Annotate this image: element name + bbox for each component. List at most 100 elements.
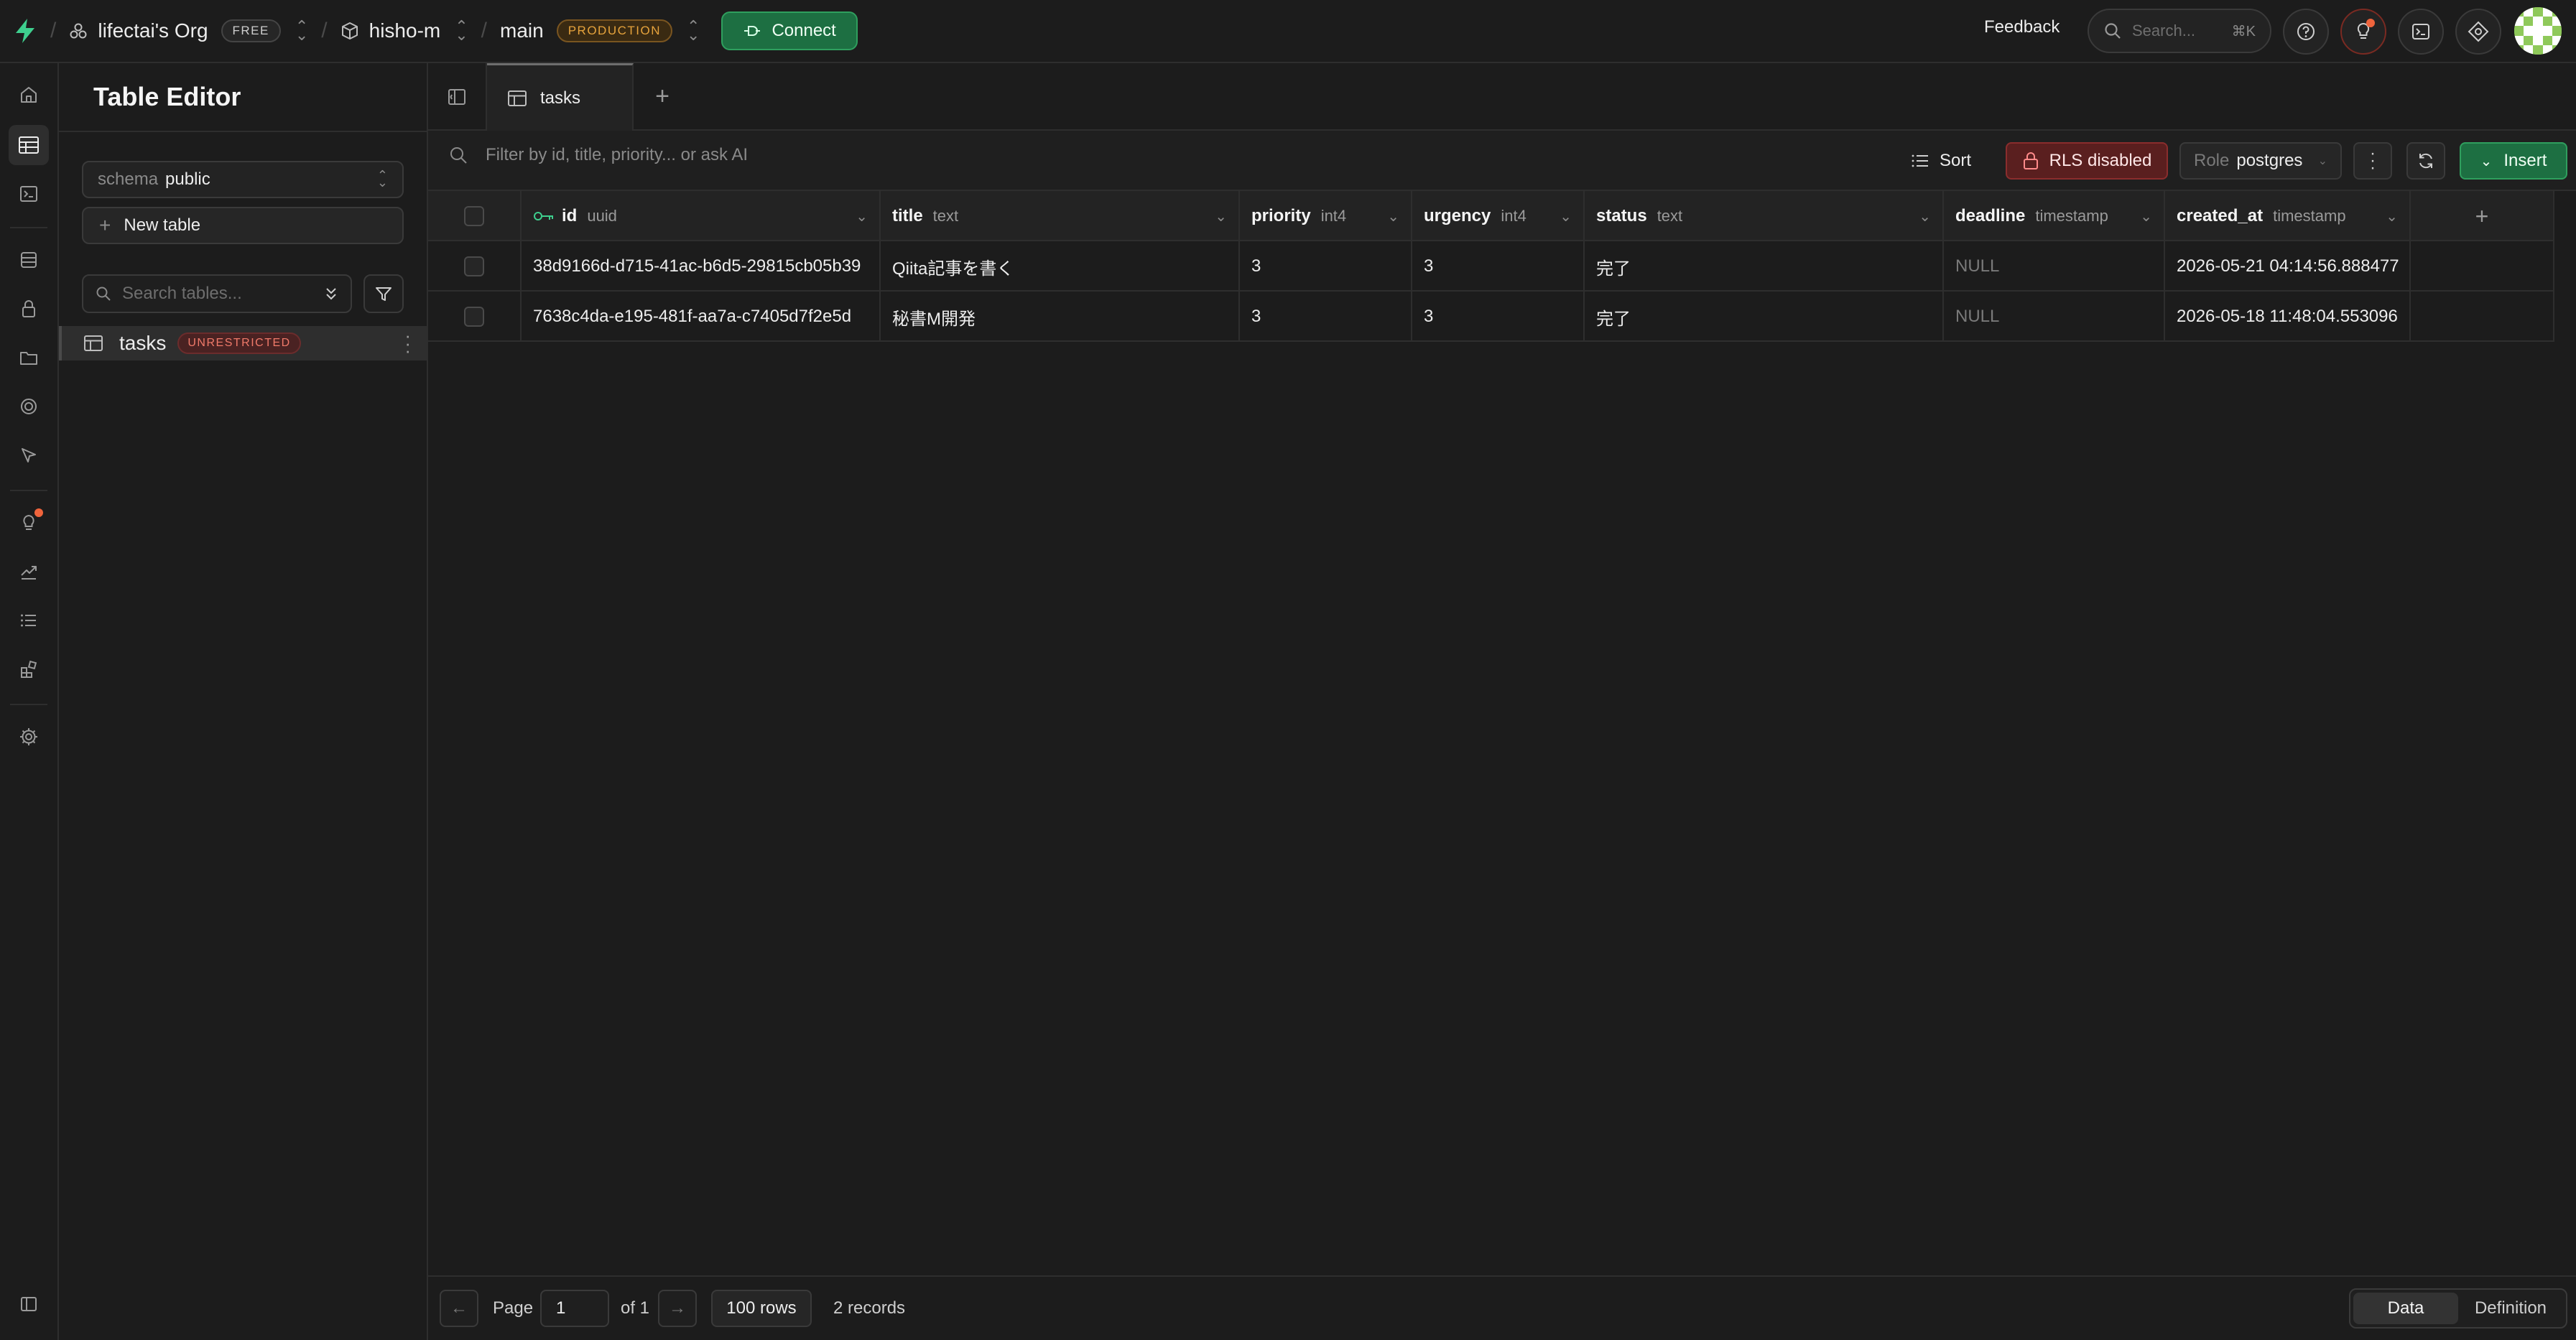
tab-tasks[interactable]: tasks <box>487 63 634 131</box>
chevron-down-icon[interactable]: ⌄ <box>1919 208 1931 225</box>
nav-logs[interactable] <box>9 600 49 641</box>
table-editor-icon <box>19 136 39 154</box>
filter-input[interactable]: Filter by id, title, priority... or ask … <box>448 145 748 165</box>
filter-placeholder: Filter by id, title, priority... or ask … <box>486 145 748 164</box>
cell-deadline[interactable]: NULL <box>1944 292 2165 342</box>
collapse-sidebar-button[interactable] <box>9 1284 49 1324</box>
filter-tables-button[interactable] <box>363 274 404 313</box>
data-view-button[interactable]: Data <box>2353 1293 2458 1324</box>
row-checkbox[interactable] <box>464 307 484 327</box>
cell-title[interactable]: 秘書M開発 <box>881 292 1240 342</box>
table-row[interactable]: 38d9166d-d715-41ac-b6d5-29815cb05b39 Qii… <box>428 241 2554 292</box>
new-table-button[interactable]: + New table <box>82 207 404 244</box>
cell-priority[interactable]: 3 <box>1240 241 1412 292</box>
chevron-down-icon[interactable]: ⌄ <box>1560 208 1572 225</box>
nav-table-editor[interactable] <box>9 125 49 165</box>
nav-sql-editor[interactable] <box>9 174 49 214</box>
nav-realtime[interactable] <box>9 386 49 427</box>
rls-label: RLS disabled <box>2049 151 2152 170</box>
cell-urgency[interactable]: 3 <box>1412 292 1585 342</box>
plan-badge: FREE <box>221 19 281 42</box>
search-placeholder: Search... <box>2132 22 2196 39</box>
schema-label: schema <box>98 169 159 189</box>
table-row[interactable]: 7638c4da-e195-481f-aa7a-c7405d7f2e5d 秘書M… <box>428 292 2554 342</box>
avatar[interactable] <box>2514 7 2562 55</box>
nav-advisors[interactable] <box>9 503 49 543</box>
cell-title[interactable]: Qiita記事を書く <box>881 241 1240 292</box>
column-header-deadline[interactable]: deadline timestamp ⌄ <box>1944 191 2165 241</box>
rls-disabled-button[interactable]: RLS disabled <box>2006 142 2168 180</box>
chevrons-down-icon[interactable] <box>323 285 339 302</box>
divider <box>59 131 427 132</box>
cell-id[interactable]: 7638c4da-e195-481f-aa7a-c7405d7f2e5d <box>522 292 881 342</box>
add-column-button[interactable]: + <box>2411 191 2554 241</box>
more-vertical-icon[interactable]: · · · <box>404 326 411 360</box>
nav-storage[interactable] <box>9 338 49 378</box>
project-switcher[interactable]: hisho-m ⌃ ⌄ <box>340 18 468 43</box>
cell-created-at[interactable]: 2026-05-21 04:14:56.888477 <box>2165 241 2411 292</box>
select-all-checkbox[interactable] <box>464 206 484 226</box>
page-number-input[interactable]: 1 <box>540 1290 609 1327</box>
supabase-logo[interactable] <box>13 17 37 45</box>
more-options-button[interactable]: · · · <box>2353 142 2392 180</box>
nav-edge-functions[interactable] <box>9 435 49 475</box>
new-tab-button[interactable]: + <box>647 80 678 112</box>
page-count: of 1 <box>621 1298 650 1318</box>
column-header-id[interactable]: id uuid ⌄ <box>522 191 881 241</box>
definition-view-button[interactable]: Definition <box>2458 1293 2563 1324</box>
global-search[interactable]: Search... ⌘K <box>2088 9 2271 53</box>
connect-label: Connect <box>772 21 836 40</box>
feedback-button[interactable]: Feedback <box>1984 17 2060 37</box>
toggle-sidebar-button[interactable] <box>428 63 487 131</box>
chevron-down-icon[interactable]: ⌄ <box>1215 208 1227 225</box>
tips-button[interactable] <box>2340 9 2386 55</box>
chevron-down-icon[interactable]: ⌄ <box>2386 208 2398 225</box>
sort-list-icon <box>1912 154 1928 167</box>
cell-created-at[interactable]: 2026-05-18 11:48:04.553096 <box>2165 292 2411 342</box>
search-tables-input[interactable]: Search tables... <box>82 274 352 313</box>
sort-button[interactable]: Sort <box>1911 144 1971 178</box>
connect-button[interactable]: Connect <box>721 11 858 50</box>
edge-functions-icon <box>22 448 36 462</box>
prev-page-button[interactable]: ← <box>440 1290 478 1327</box>
chevron-down-icon[interactable]: ⌄ <box>2140 208 2152 225</box>
cell-deadline[interactable]: NULL <box>1944 241 2165 292</box>
column-header-priority[interactable]: priority int4 ⌄ <box>1240 191 1412 241</box>
column-header-status[interactable]: status text ⌄ <box>1585 191 1944 241</box>
supabase-logo-icon <box>16 19 34 43</box>
cell-urgency[interactable]: 3 <box>1412 241 1585 292</box>
cell-status[interactable]: 完了 <box>1585 292 1944 342</box>
nav-settings[interactable] <box>9 717 49 757</box>
ai-assistant-button[interactable] <box>2455 9 2501 55</box>
role-select[interactable]: Role postgres ⌄ <box>2179 142 2342 180</box>
row-select-cell <box>428 241 522 292</box>
schema-select[interactable]: schema public ⌃ ⌄ <box>82 161 404 198</box>
cell-id[interactable]: 38d9166d-d715-41ac-b6d5-29815cb05b39 <box>522 241 881 292</box>
rows-per-page-button[interactable]: 100 rows <box>711 1290 812 1327</box>
column-header-title[interactable]: title text ⌄ <box>881 191 1240 241</box>
insert-button[interactable]: ⌄ Insert <box>2460 142 2567 180</box>
cell-priority[interactable]: 3 <box>1240 292 1412 342</box>
sidebar-item-tasks[interactable]: tasks UNRESTRICTED · · · <box>59 326 427 360</box>
chevron-down-icon[interactable]: ⌄ <box>856 208 868 225</box>
help-button[interactable] <box>2283 9 2329 55</box>
terminal-button[interactable] <box>2398 9 2444 55</box>
chevron-down-icon: ⌄ <box>2480 153 2493 169</box>
nav-database[interactable] <box>9 240 49 280</box>
project-box-icon <box>341 22 358 39</box>
nav-reports[interactable] <box>9 552 49 592</box>
app-window: / lifectai's Org FREE ⌃ ⌄ / hisho-m ⌃ ⌄ / … <box>0 0 2576 1340</box>
nav-auth[interactable] <box>9 289 49 329</box>
org-switcher[interactable]: lifectai's Org FREE ⌃ ⌄ <box>69 18 308 43</box>
nav-home[interactable] <box>9 75 49 115</box>
row-checkbox[interactable] <box>464 256 484 276</box>
branch-switcher[interactable]: main PRODUCTION ⌃ ⌄ <box>500 18 700 42</box>
nav-integrations[interactable] <box>9 649 49 689</box>
next-page-button[interactable]: → <box>658 1290 697 1327</box>
cell-status[interactable]: 完了 <box>1585 241 1944 292</box>
column-header-urgency[interactable]: urgency int4 ⌄ <box>1412 191 1585 241</box>
column-header-created-at[interactable]: created_at timestamp ⌄ <box>2165 191 2411 241</box>
ai-assistant-icon <box>2468 21 2489 42</box>
refresh-button[interactable] <box>2406 142 2445 180</box>
chevron-down-icon[interactable]: ⌄ <box>1387 208 1399 225</box>
